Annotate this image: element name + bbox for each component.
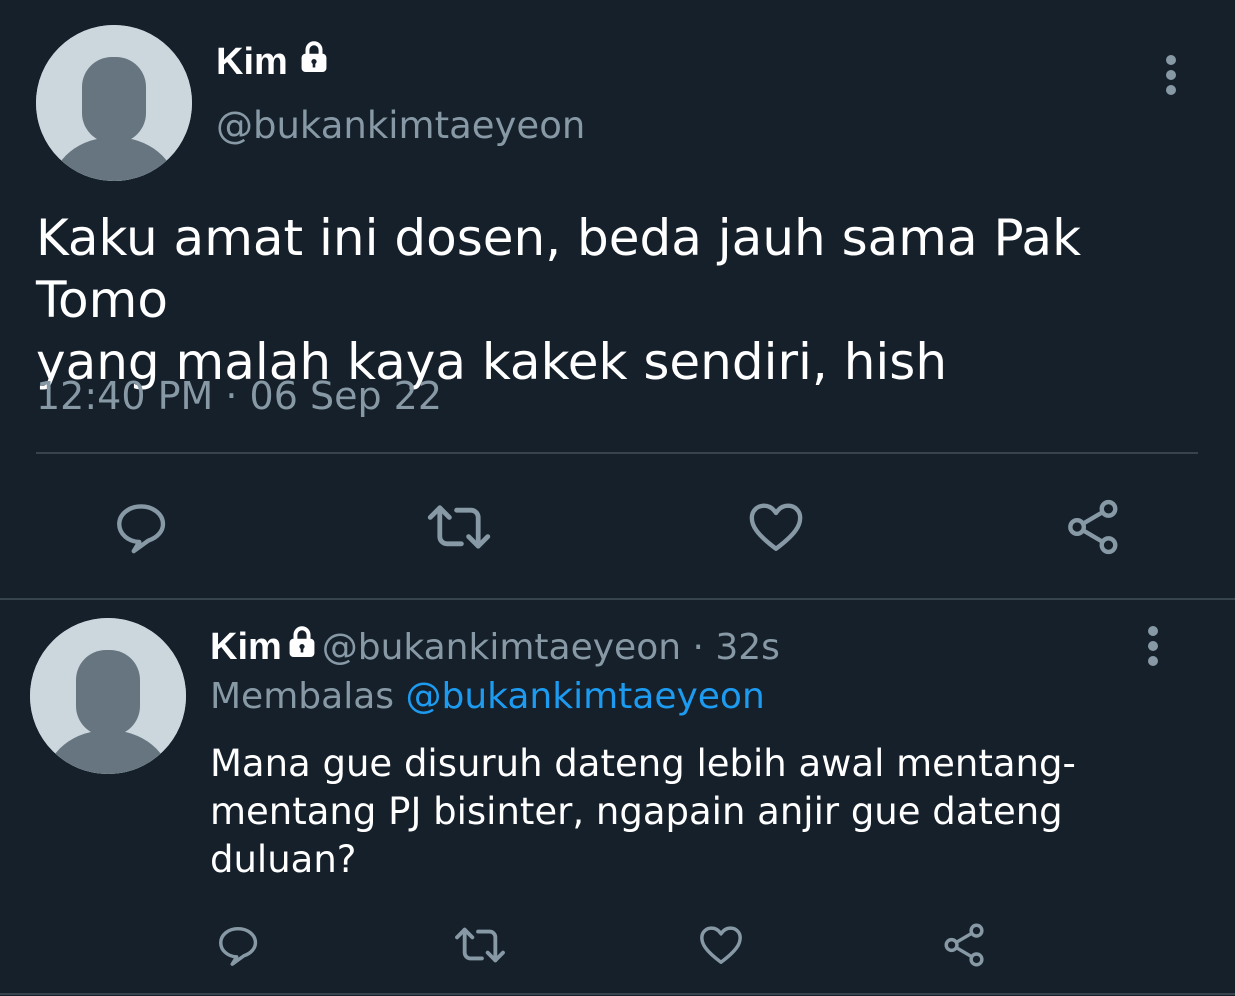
- tweet-time: 12:40 PM: [36, 374, 214, 418]
- display-name: Kim: [216, 41, 288, 83]
- heart-icon[interactable]: [697, 922, 745, 968]
- reply-tweet[interactable]: Kim @bukankimtaeyeon · 32s Membalas @buk…: [0, 600, 1235, 996]
- more-vertical-icon[interactable]: [1143, 624, 1163, 668]
- separator: ·: [213, 374, 250, 418]
- main-tweet: Kim @bukankimtaeyeon Kaku amat ini dosen…: [0, 0, 1235, 598]
- share-icon[interactable]: [941, 922, 989, 968]
- reply-text: Mana gue disuruh dateng lebih awal menta…: [210, 742, 1076, 881]
- display-name[interactable]: Kim: [210, 626, 282, 668]
- reply-header: Kim @bukankimtaeyeon · 32s: [210, 624, 780, 670]
- lock-icon: [286, 625, 318, 663]
- avatar[interactable]: [30, 618, 186, 774]
- replying-label: Membalas: [210, 676, 395, 717]
- default-avatar-icon: [30, 618, 186, 774]
- heart-icon[interactable]: [746, 498, 806, 556]
- avatar[interactable]: [36, 25, 192, 181]
- more-vertical-icon[interactable]: [1161, 53, 1181, 97]
- divider: [36, 452, 1198, 454]
- reply-icon[interactable]: [214, 922, 262, 968]
- reply-age: 32s: [715, 627, 780, 668]
- reply-icon[interactable]: [111, 498, 171, 556]
- tweet-date: 06 Sep 22: [249, 374, 443, 418]
- replying-mention-link[interactable]: @bukankimtaeyeon: [405, 676, 764, 717]
- author-handle[interactable]: @bukankimtaeyeon: [216, 104, 585, 148]
- separator: ·: [681, 627, 716, 668]
- author-handle[interactable]: @bukankimtaeyeon: [322, 627, 681, 668]
- tweet-timestamp[interactable]: 12:40 PM · 06 Sep 22: [36, 373, 442, 419]
- author-name[interactable]: Kim: [216, 40, 330, 84]
- bottom-divider: [0, 993, 1235, 995]
- replying-to: Membalas @bukankimtaeyeon: [210, 674, 765, 720]
- share-icon[interactable]: [1064, 498, 1124, 556]
- lock-icon: [298, 40, 330, 84]
- retweet-icon[interactable]: [423, 498, 495, 556]
- tweet-text: Kaku amat ini dosen, beda jauh sama Pak …: [36, 209, 1082, 391]
- default-avatar-icon: [36, 25, 192, 181]
- retweet-icon[interactable]: [451, 922, 509, 968]
